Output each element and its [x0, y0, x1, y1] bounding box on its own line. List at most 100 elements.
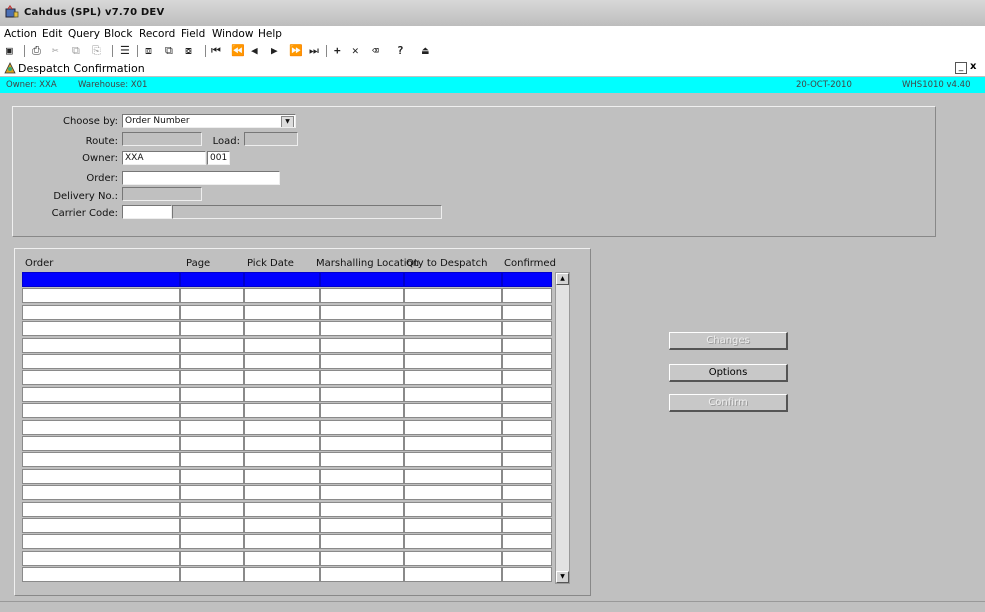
cell-pick-date[interactable]: [244, 288, 320, 304]
cell-order[interactable]: [22, 468, 180, 484]
cell-qty-to-despatch[interactable]: [404, 304, 502, 320]
cell-pick-date[interactable]: [244, 386, 320, 402]
cell-order[interactable]: [22, 321, 180, 337]
table-row[interactable]: [22, 468, 552, 485]
cell-order[interactable]: [22, 403, 180, 419]
next-record-icon[interactable]: ▶: [271, 44, 278, 57]
confirm-button[interactable]: Confirm: [669, 394, 788, 412]
choose-by-select[interactable]: Order Number ▼: [122, 114, 296, 128]
cell-marshalling-location[interactable]: [320, 485, 404, 501]
cell-order[interactable]: [22, 534, 180, 550]
cell-qty-to-despatch[interactable]: [404, 534, 502, 550]
cell-qty-to-despatch[interactable]: [404, 468, 502, 484]
cell-marshalling-location[interactable]: [320, 403, 404, 419]
cell-page[interactable]: [180, 386, 244, 402]
cell-marshalling-location[interactable]: [320, 468, 404, 484]
cell-qty-to-despatch[interactable]: [404, 518, 502, 533]
last-record-icon[interactable]: ⏭: [309, 44, 319, 58]
cell-pick-date[interactable]: [244, 534, 320, 550]
cell-order[interactable]: [22, 337, 180, 353]
cell-order[interactable]: [22, 354, 180, 369]
cell-page[interactable]: [180, 436, 244, 451]
cell-page[interactable]: [180, 501, 244, 517]
cell-pick-date[interactable]: [244, 485, 320, 501]
first-record-icon[interactable]: ⏮: [211, 44, 221, 58]
menu-record[interactable]: Record: [139, 28, 175, 40]
menu-query[interactable]: Query: [68, 28, 100, 40]
cell-pick-date[interactable]: [244, 403, 320, 419]
cell-confirmed[interactable]: [502, 501, 552, 517]
cell-page[interactable]: [180, 534, 244, 550]
table-row[interactable]: [22, 534, 552, 550]
cell-pick-date[interactable]: [244, 468, 320, 484]
table-row[interactable]: [22, 436, 552, 452]
cell-pick-date[interactable]: [244, 518, 320, 533]
cell-marshalling-location[interactable]: [320, 272, 404, 287]
table-row[interactable]: [22, 567, 552, 583]
cell-qty-to-despatch[interactable]: [404, 272, 502, 287]
cell-confirmed[interactable]: [502, 550, 552, 566]
cell-pick-date[interactable]: [244, 436, 320, 451]
cell-page[interactable]: [180, 354, 244, 369]
previous-record-icon[interactable]: ◀: [251, 44, 258, 57]
list-icon[interactable]: ☰: [120, 44, 130, 57]
cell-confirmed[interactable]: [502, 485, 552, 501]
cell-marshalling-location[interactable]: [320, 337, 404, 353]
cell-confirmed[interactable]: [502, 567, 552, 583]
table-row[interactable]: [22, 272, 552, 288]
cell-pick-date[interactable]: [244, 452, 320, 468]
cell-qty-to-despatch[interactable]: [404, 436, 502, 451]
cell-order[interactable]: [22, 452, 180, 468]
enter-query-icon[interactable]: ⧈: [145, 44, 152, 58]
table-row[interactable]: [22, 485, 552, 501]
menu-window[interactable]: Window: [212, 28, 253, 40]
cell-pick-date[interactable]: [244, 501, 320, 517]
cell-marshalling-location[interactable]: [320, 436, 404, 451]
cell-page[interactable]: [180, 272, 244, 287]
cell-order[interactable]: [22, 518, 180, 533]
cell-marshalling-location[interactable]: [320, 501, 404, 517]
cell-marshalling-location[interactable]: [320, 518, 404, 533]
cell-order[interactable]: [22, 485, 180, 501]
cell-marshalling-location[interactable]: [320, 386, 404, 402]
cell-marshalling-location[interactable]: [320, 550, 404, 566]
cell-page[interactable]: [180, 567, 244, 583]
table-row[interactable]: [22, 386, 552, 403]
cell-confirmed[interactable]: [502, 272, 552, 287]
cell-confirmed[interactable]: [502, 534, 552, 550]
cell-qty-to-despatch[interactable]: [404, 452, 502, 468]
menu-field[interactable]: Field: [181, 28, 205, 40]
carrier-code-field[interactable]: [122, 205, 172, 219]
cell-pick-date[interactable]: [244, 337, 320, 353]
table-scrollbar[interactable]: ▲ ▼: [555, 272, 570, 584]
cell-confirmed[interactable]: [502, 288, 552, 304]
table-row[interactable]: [22, 403, 552, 419]
table-row[interactable]: [22, 518, 552, 534]
cell-page[interactable]: [180, 468, 244, 484]
cell-page[interactable]: [180, 370, 244, 386]
owner-field[interactable]: XXA: [122, 151, 206, 165]
close-icon[interactable]: x: [970, 61, 976, 72]
menu-help[interactable]: Help: [258, 28, 282, 40]
cell-marshalling-location[interactable]: [320, 534, 404, 550]
menu-action[interactable]: Action: [4, 28, 37, 40]
minimize-icon[interactable]: _: [955, 62, 967, 74]
cell-page[interactable]: [180, 304, 244, 320]
cell-marshalling-location[interactable]: [320, 321, 404, 337]
cell-marshalling-location[interactable]: [320, 304, 404, 320]
table-row[interactable]: [22, 288, 552, 304]
delete-record-icon[interactable]: ✕: [352, 44, 359, 57]
cancel-query-icon[interactable]: ⧇: [185, 44, 192, 58]
cell-page[interactable]: [180, 403, 244, 419]
table-row[interactable]: [22, 354, 552, 370]
cell-confirmed[interactable]: [502, 337, 552, 353]
cell-qty-to-despatch[interactable]: [404, 403, 502, 419]
cell-qty-to-despatch[interactable]: [404, 567, 502, 583]
cell-confirmed[interactable]: [502, 354, 552, 369]
cell-marshalling-location[interactable]: [320, 354, 404, 369]
cell-confirmed[interactable]: [502, 518, 552, 533]
cell-order[interactable]: [22, 550, 180, 566]
cell-order[interactable]: [22, 370, 180, 386]
owner-code-field[interactable]: 001: [207, 151, 230, 165]
clear-icon[interactable]: ⌫: [372, 44, 379, 57]
